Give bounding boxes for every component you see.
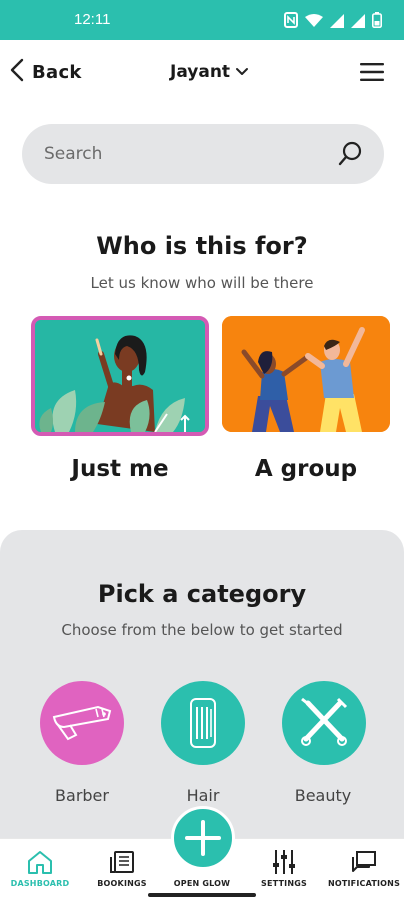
nav-notifications-label: NOTIFICATIONS <box>327 879 401 888</box>
a-group-card[interactable] <box>222 316 390 432</box>
chat-icon <box>324 845 404 879</box>
back-label: Back <box>32 61 82 83</box>
a-group-label[interactable]: A group <box>222 456 390 482</box>
just-me-label[interactable]: Just me <box>31 456 209 482</box>
gesture-bar <box>148 893 256 897</box>
status-time: 12:11 <box>74 11 111 28</box>
sliders-icon <box>244 845 324 879</box>
nav-settings-label: SETTINGS <box>261 879 307 888</box>
hamburger-menu-icon[interactable] <box>360 62 384 86</box>
comb-icon <box>190 698 216 748</box>
home-icon <box>0 845 80 879</box>
signal-icon <box>330 13 344 32</box>
category-subtitle: Choose from the below to get started <box>61 621 343 639</box>
just-me-card[interactable] <box>31 316 209 436</box>
battery-icon <box>372 12 382 32</box>
makeup-brushes-icon <box>301 697 348 746</box>
back-button[interactable]: Back <box>10 58 82 86</box>
nav-open-glow-label: OPEN GLOW <box>173 879 231 888</box>
category-barber-button[interactable] <box>40 681 124 765</box>
category-beauty-button[interactable] <box>282 681 366 765</box>
top-header: Back Jayant <box>0 40 404 108</box>
signal-icon <box>351 13 365 32</box>
status-bar: 12:11 <box>0 0 404 40</box>
razor-icon <box>52 705 112 741</box>
a-group-illustration <box>222 316 390 432</box>
search-icon[interactable] <box>338 140 364 172</box>
search-placeholder: Search <box>44 144 103 164</box>
who-title: Who is this for? <box>96 232 308 260</box>
nfc-icon <box>284 12 298 32</box>
category-title: Pick a category <box>97 580 307 608</box>
search-input[interactable]: Search <box>22 124 384 184</box>
nav-bookings[interactable]: BOOKINGS <box>82 845 162 888</box>
wifi-icon <box>305 13 323 32</box>
chevron-left-icon <box>10 58 24 86</box>
status-icons <box>284 12 382 32</box>
user-name: Jayant <box>170 62 231 82</box>
chevron-down-icon <box>235 62 249 82</box>
category-beauty-label: Beauty <box>294 786 352 805</box>
nav-bookings-label: BOOKINGS <box>97 879 147 888</box>
open-glow-fab[interactable] <box>171 806 235 870</box>
bookings-icon <box>82 845 162 879</box>
nav-settings[interactable]: SETTINGS <box>244 845 324 888</box>
category-hair-label: Hair <box>186 786 220 805</box>
category-barber-label: Barber <box>55 786 109 805</box>
nav-dashboard-label: DASHBOARD <box>10 879 70 888</box>
category-hair-button[interactable] <box>161 681 245 765</box>
nav-notifications[interactable]: NOTIFICATIONS <box>324 845 404 888</box>
who-subtitle: Let us know who will be there <box>90 274 314 292</box>
just-me-illustration <box>35 320 205 432</box>
plus-icon <box>185 820 221 856</box>
nav-dashboard[interactable]: DASHBOARD <box>0 845 80 888</box>
user-switcher[interactable]: Jayant <box>170 62 249 82</box>
